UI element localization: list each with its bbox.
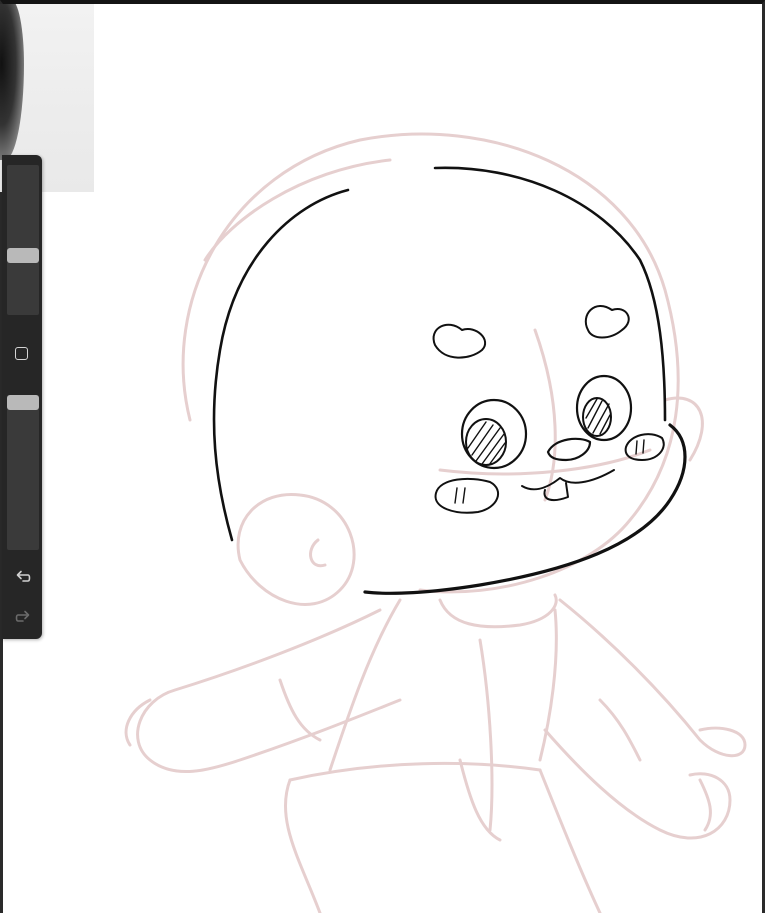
- modify-button-square-icon[interactable]: [15, 347, 28, 360]
- sketch-belly: [458, 758, 502, 842]
- sketch-hip-left: [283, 778, 322, 913]
- brush-opacity-slider-thumb[interactable]: [7, 395, 39, 410]
- sketch-hip-right: [538, 768, 602, 913]
- ink-cheek-left: [434, 477, 500, 514]
- reference-photo-content: [0, 4, 24, 160]
- sketch-ear: [236, 492, 356, 606]
- sketch-layer: [124, 132, 747, 913]
- sketch-arm-right: [558, 598, 747, 758]
- sketch-neck: [438, 593, 558, 629]
- ink-brow-left: [432, 323, 487, 359]
- redo-button[interactable]: [12, 605, 34, 627]
- undo-button[interactable]: [12, 565, 34, 587]
- brush-opacity-slider[interactable]: [7, 395, 39, 550]
- brush-size-slider-thumb[interactable]: [7, 248, 39, 263]
- sketch-head-outline: [181, 132, 680, 594]
- ink-head-left: [212, 188, 350, 542]
- brush-size-slider[interactable]: [7, 165, 39, 315]
- redo-arrow-icon: [15, 610, 30, 622]
- sketch-arm-left: [136, 608, 402, 773]
- undo-arrow-icon: [16, 570, 31, 582]
- drawing-canvas[interactable]: [0, 0, 765, 913]
- sketch-torso: [328, 598, 402, 772]
- sketch-hand-right: [698, 778, 712, 832]
- sketch-center-line: [478, 638, 494, 832]
- sketch-torso-r: [538, 608, 558, 762]
- ink-layer: [212, 166, 687, 595]
- brush-sidebar: [2, 155, 42, 639]
- sketch-ear-inner: [309, 538, 327, 568]
- sketch-sleeve-r: [598, 698, 642, 762]
- sketch-belt: [288, 761, 542, 782]
- sketch-head-inner: [203, 158, 392, 262]
- sketch-face-guide-v: [533, 328, 557, 502]
- sketch-sleeve-l: [278, 678, 322, 742]
- sketch-face-guide-h: [438, 448, 652, 476]
- ink-brow-right: [584, 304, 630, 339]
